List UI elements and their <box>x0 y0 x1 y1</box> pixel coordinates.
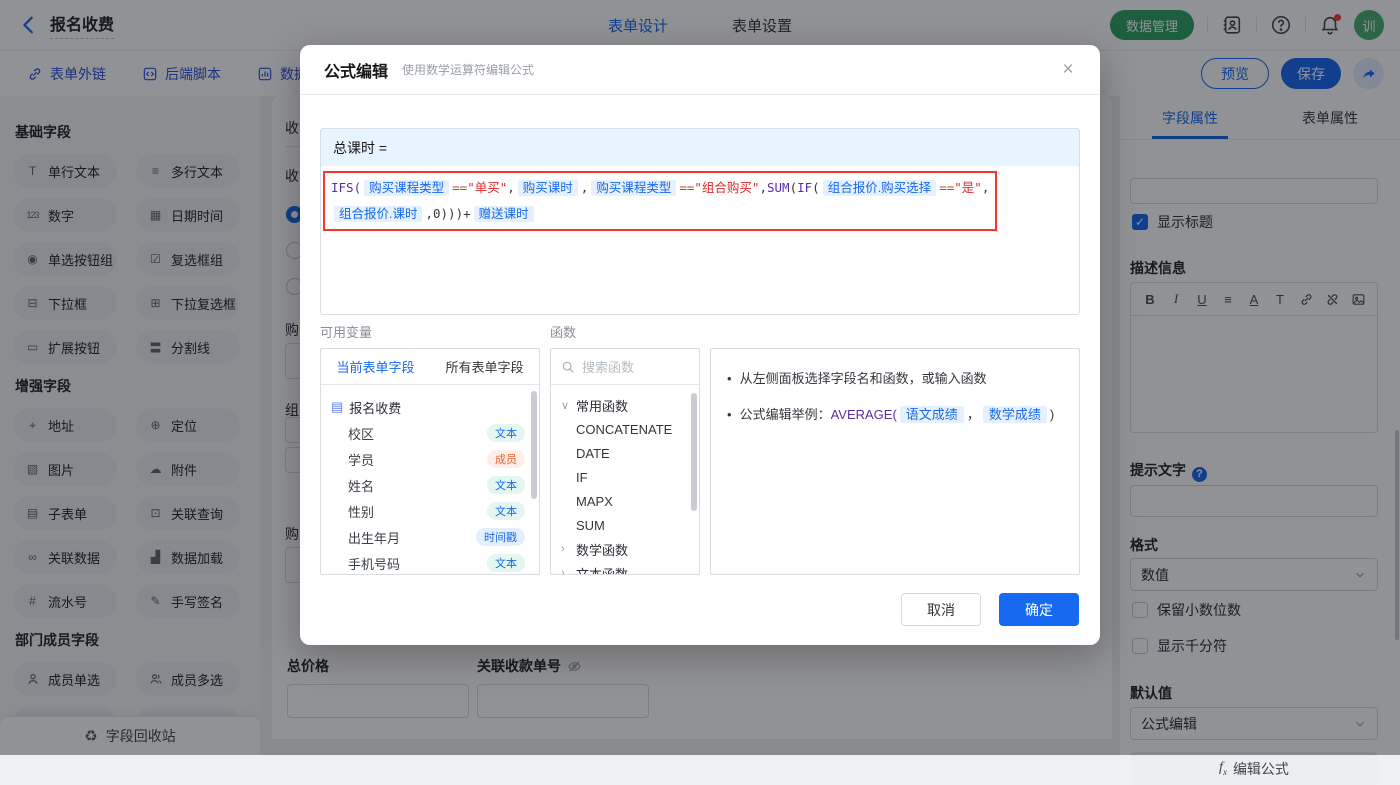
form-doc-icon: ▤ <box>331 399 344 414</box>
function-item-DATE[interactable]: DATE <box>561 441 699 465</box>
function-item-MAPX[interactable]: MAPX <box>561 489 699 513</box>
variables-list: ▤ 报名收费 校区 文本 学员 成员 姓名 文本 性别 文本 出生年月 时间戳 手机号码 文本 <box>321 385 539 574</box>
formula-token: == <box>452 180 468 195</box>
formula-field-chip[interactable]: 赠送课时 <box>473 206 534 222</box>
formula-result-label: 总课时 = <box>321 129 1079 166</box>
modal-subtitle: 使用数学运算符编辑公式 <box>402 63 535 77</box>
modal-header: 公式编辑 使用数学运算符编辑公式 <box>300 45 1100 95</box>
formula-input-area[interactable]: IFS(购买课程类型 =="单买", 购买课时, 购买课程类型 =="组合购买",SUM… <box>321 166 1079 314</box>
help-panel: • 从左侧面板选择字段名和函数，或输入函数 • 公式编辑举例：AVERAGE(语文成… <box>710 348 1080 575</box>
formula-token: "单买" <box>467 180 508 195</box>
function-item-CONCATENATE[interactable]: CONCATENATE <box>561 417 699 441</box>
variable-row-学员[interactable]: 学员 成员 <box>331 446 531 472</box>
variable-row-校区[interactable]: 校区 文本 <box>331 420 531 446</box>
cancel-button[interactable]: 取消 <box>901 593 981 626</box>
form-node[interactable]: ▤ 报名收费 <box>331 394 531 420</box>
scrollbar-thumb[interactable] <box>531 391 537 499</box>
formula-token: SUM <box>767 180 790 195</box>
function-item-SUM[interactable]: SUM <box>561 513 699 537</box>
scrollbar-thumb[interactable] <box>691 393 697 511</box>
formula-token: == <box>679 180 695 195</box>
variable-type-tag: 文本 <box>487 502 525 520</box>
help-tip-2: • 公式编辑举例：AVERAGE(语文成绩，数学成绩) <box>727 405 1063 425</box>
chevron-down-icon: ∨ <box>561 399 570 412</box>
fx-icon: fx <box>1219 760 1227 777</box>
help-function-name: AVERAGE( <box>830 407 897 422</box>
search-icon <box>561 360 575 374</box>
variable-type-tag: 文本 <box>487 554 525 572</box>
formula-token: , <box>507 180 515 195</box>
variable-name: 性别 <box>348 504 375 520</box>
variable-type-tag: 成员 <box>487 450 525 468</box>
variable-type-tag: 文本 <box>487 424 525 442</box>
formula-token: , <box>981 180 990 195</box>
variables-tab-当前表单字段[interactable]: 当前表单字段 <box>336 357 414 376</box>
variable-name: 学员 <box>348 452 375 468</box>
edit-formula-label: 编辑公式 <box>1232 760 1289 777</box>
formula-token: IFS( <box>331 180 362 195</box>
formula-token: , <box>759 180 767 195</box>
help-tip-1: • 从左侧面板选择字段名和函数，或输入函数 <box>727 371 987 386</box>
formula-token: , <box>580 180 589 195</box>
function-group-数学函数[interactable]: › 数学函数 <box>561 537 699 561</box>
functions-panel: 搜索函数 ∨ 常用函数 CONCATENATE DATE IF MAPX SUM › 数学函数 ›… <box>550 348 700 575</box>
function-group-label: 数学函数 <box>576 542 629 558</box>
formula-field-chip[interactable]: 组合报价.购买选择 <box>822 180 937 196</box>
confirm-button[interactable]: 确定 <box>999 593 1079 626</box>
formula-token: == <box>939 180 955 195</box>
chevron-right-icon: › <box>561 567 565 575</box>
formula-token: ( <box>812 180 820 195</box>
functions-tree: ∨ 常用函数 CONCATENATE DATE IF MAPX SUM › 数学函数 › 文本函数 <box>551 385 699 575</box>
help-field-chip: 数学成绩 <box>982 406 1047 423</box>
variables-tab-所有表单字段[interactable]: 所有表单字段 <box>445 357 523 376</box>
formula-line: IFS(购买课程类型 =="单买", 购买课时, 购买课程类型 =="组合购买",SUM… <box>331 175 989 201</box>
close-icon[interactable]: × <box>1056 58 1080 82</box>
chevron-right-icon: › <box>561 543 565 555</box>
formula-token: IF <box>797 180 813 195</box>
search-placeholder: 搜索函数 <box>582 360 635 375</box>
variable-name: 校区 <box>348 426 375 442</box>
variables-panel: 当前表单字段 所有表单字段 ▤ 报名收费 校区 文本 学员 成员 姓名 文本 性别 文本 出生年月… <box>320 348 540 575</box>
variable-row-姓名[interactable]: 姓名 文本 <box>331 472 531 498</box>
formula-editor-modal: 公式编辑 使用数学运算符编辑公式 × 总课时 = IFS(购买课程类型 =="单买… <box>300 45 1100 645</box>
function-search-input[interactable]: 搜索函数 <box>551 349 699 385</box>
variable-name: 手机号码 <box>348 556 401 572</box>
help-tip-2-content: 公式编辑举例：AVERAGE(语文成绩，数学成绩) <box>739 406 1055 423</box>
formula-editor: 总课时 = IFS(购买课程类型 =="单买", 购买课时, 购买课程类型 =="组合购… <box>320 128 1080 315</box>
variable-row-性别[interactable]: 性别 文本 <box>331 498 531 524</box>
form-name: 报名收费 <box>349 400 402 416</box>
edit-formula-button[interactable]: fx 编辑公式 <box>1130 752 1378 785</box>
formula-field-chip[interactable]: 购买课时 <box>517 180 578 196</box>
function-item-IF[interactable]: IF <box>561 465 699 489</box>
formula-token: "是" <box>954 180 982 195</box>
function-group-文本函数[interactable]: › 文本函数 <box>561 561 699 575</box>
variable-name: 姓名 <box>348 478 375 494</box>
function-group-label: 文本函数 <box>576 566 629 575</box>
formula-field-chip[interactable]: 购买课程类型 <box>364 180 450 196</box>
variables-tabs: 当前表单字段 所有表单字段 <box>321 349 539 385</box>
formula-highlight-box: IFS(购买课程类型 =="单买", 购买课时, 购买课程类型 =="组合购买",SUM… <box>323 171 998 231</box>
help-field-chip: 语文成绩 <box>899 406 964 423</box>
formula-field-chip[interactable]: 组合报价.课时 <box>334 206 423 222</box>
variable-type-tag: 时间戳 <box>476 528 525 546</box>
variables-label: 可用变量 <box>320 325 373 340</box>
modal-title: 公式编辑 <box>324 63 389 81</box>
formula-line: 组合报价.课时 ,0)))+ 赠送课时 <box>331 201 989 227</box>
variable-row-手机号码[interactable]: 手机号码 文本 <box>331 550 531 574</box>
functions-label: 函数 <box>550 325 577 340</box>
formula-field-chip[interactable]: 购买课程类型 <box>591 180 677 196</box>
variables-rows: 校区 文本 学员 成员 姓名 文本 性别 文本 出生年月 时间戳 手机号码 文本 <box>331 420 531 574</box>
variable-type-tag: 文本 <box>487 476 525 494</box>
formula-token: ( <box>789 180 798 195</box>
variable-name: 出生年月 <box>348 530 401 546</box>
function-group-常用函数[interactable]: ∨ 常用函数 <box>561 393 699 417</box>
variable-row-出生年月[interactable]: 出生年月 时间戳 <box>331 524 531 550</box>
formula-token: ,0)))+ <box>425 206 471 221</box>
formula-token: "组合购买" <box>694 180 760 195</box>
function-group-label: 常用函数 <box>576 398 629 414</box>
